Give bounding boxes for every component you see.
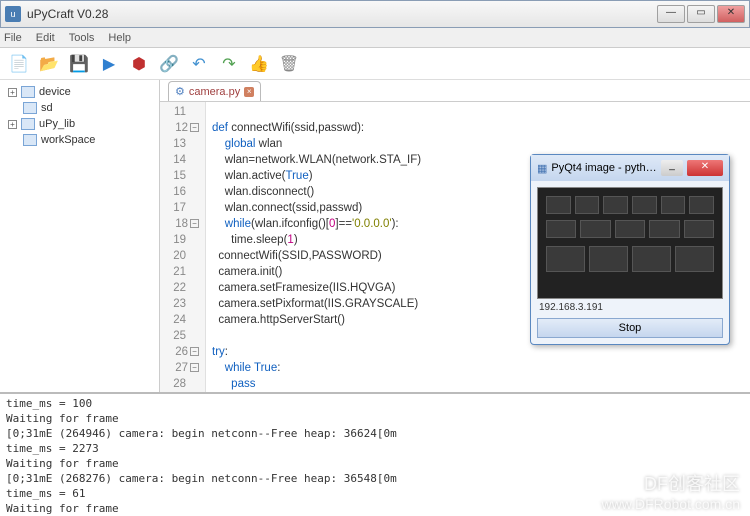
console-output[interactable]: time_ms = 100Waiting for frame[0;31mE (2…	[0, 392, 750, 516]
tab-camera-py[interactable]: ⚙ camera.py ×	[168, 81, 261, 101]
open-file-button[interactable]: 📂	[38, 53, 60, 75]
new-file-button[interactable]: 📄	[8, 53, 30, 75]
popup-titlebar[interactable]: ▦ PyQt4 image - pythonspot... _ ✕	[531, 155, 729, 181]
popup-title: PyQt4 image - pythonspot...	[551, 162, 657, 174]
clear-button[interactable]: 🗑	[278, 53, 300, 75]
popup-icon: ▦	[537, 162, 547, 175]
popup-close-button[interactable]: ✕	[687, 160, 723, 176]
run-button[interactable]: ▶	[98, 53, 120, 75]
redo-button[interactable]: ↷	[218, 53, 240, 75]
line-gutter: 1112−131415161718−1920212223242526−27−28…	[160, 102, 206, 392]
window-titlebar: u uPyCraft V0.28 — ▭ ✕	[0, 0, 750, 28]
connect-button[interactable]: 🔗	[158, 53, 180, 75]
tree-item-upylib[interactable]: +uPy_lib	[2, 116, 157, 132]
stop-button[interactable]: Stop	[537, 318, 723, 338]
maximize-button[interactable]: ▭	[687, 5, 715, 23]
menu-help[interactable]: Help	[108, 32, 131, 44]
tab-close-icon[interactable]: ×	[244, 87, 254, 97]
folder-icon	[23, 134, 37, 146]
tab-bar: ⚙ camera.py ×	[160, 80, 750, 102]
expand-icon[interactable]: +	[8, 120, 17, 129]
menu-tools[interactable]: Tools	[69, 32, 95, 44]
window-title: uPyCraft V0.28	[27, 7, 657, 21]
app-icon: u	[5, 6, 21, 22]
popup-minimize-button[interactable]: _	[661, 160, 683, 176]
folder-icon	[21, 86, 35, 98]
image-preview-window[interactable]: ▦ PyQt4 image - pythonspot... _ ✕ 192.16…	[530, 154, 730, 345]
python-file-icon: ⚙	[175, 85, 185, 98]
file-tree[interactable]: +device sd +uPy_lib workSpace	[0, 80, 160, 392]
code-content[interactable]: def connectWifi(ssid,passwd): global wla…	[206, 102, 427, 392]
stop-button[interactable]: ⬢	[128, 53, 150, 75]
tree-item-workspace[interactable]: workSpace	[2, 132, 157, 148]
tab-label: camera.py	[189, 86, 240, 98]
tree-item-sd[interactable]: sd	[2, 100, 157, 116]
upload-button[interactable]: 👍	[248, 53, 270, 75]
camera-image	[537, 187, 723, 299]
save-button[interactable]: 💾	[68, 53, 90, 75]
tree-item-device[interactable]: +device	[2, 84, 157, 100]
minimize-button[interactable]: —	[657, 5, 685, 23]
undo-button[interactable]: ↶	[188, 53, 210, 75]
menu-file[interactable]: File	[4, 32, 22, 44]
toolbar: 📄 📂 💾 ▶ ⬢ 🔗 ↶ ↷ 👍 🗑	[0, 48, 750, 80]
ip-address-label: 192.168.3.191	[537, 299, 723, 316]
expand-icon[interactable]: +	[8, 88, 17, 97]
close-button[interactable]: ✕	[717, 5, 745, 23]
menu-edit[interactable]: Edit	[36, 32, 55, 44]
folder-icon	[21, 118, 35, 130]
folder-icon	[23, 102, 37, 114]
menu-bar: File Edit Tools Help	[0, 28, 750, 48]
